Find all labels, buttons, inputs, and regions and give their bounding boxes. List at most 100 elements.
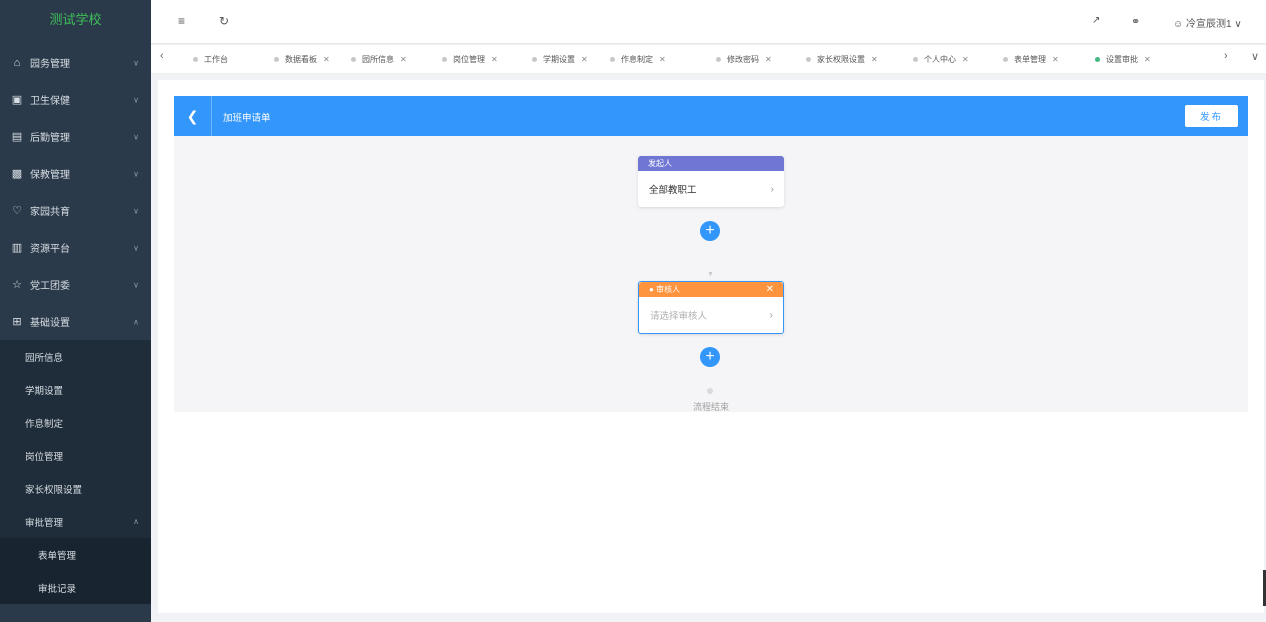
tab[interactable]: 园所信息 ✕ <box>351 45 407 74</box>
tab[interactable]: 作息制定 ✕ <box>610 45 666 74</box>
submenu-item[interactable]: 审批记录 <box>0 571 151 604</box>
tabs-dropdown-icon[interactable]: ∨ <box>1251 50 1259 63</box>
school-logo-text: 测试学校 <box>0 0 151 44</box>
close-icon[interactable]: ✕ <box>962 55 969 64</box>
tab[interactable]: 修改密码 ✕ <box>716 45 772 74</box>
sidebar-item[interactable]: ⊞ 基础设置 ∧ <box>0 303 151 340</box>
submenu-approval: 表单管理审批记录 <box>0 538 151 604</box>
submenu-item-label: 表单管理 <box>38 550 77 562</box>
sidebar-item[interactable]: ♡ 家园共育 ∨ <box>0 192 151 229</box>
close-icon[interactable]: ✕ <box>765 55 772 64</box>
initiator-node[interactable]: 发起人 全部教职工 › <box>638 156 784 207</box>
sidebar-item[interactable]: ☆ 党工团委 ∨ <box>0 266 151 303</box>
back-button[interactable]: ❮ <box>174 96 212 136</box>
refresh-icon[interactable]: ↻ <box>219 14 229 28</box>
tab-status-dot <box>442 57 447 62</box>
user-menu[interactable]: ☺ 冷宣辰测1 ∨ <box>1173 15 1242 30</box>
submenu-item[interactable]: 学期设置 <box>0 373 151 406</box>
chevron-down-icon: ∨ <box>133 58 139 67</box>
close-icon[interactable]: ✕ <box>400 55 407 64</box>
tab[interactable]: 工作台 <box>193 45 228 74</box>
close-icon[interactable]: ✕ <box>581 55 588 64</box>
approver-node-body[interactable]: 请选择审核人 › <box>639 297 783 333</box>
submenu-item[interactable]: 作息制定 <box>0 406 151 439</box>
submenu-item-label: 园所信息 <box>25 352 64 364</box>
tabs-scroll-right-icon[interactable]: › <box>1224 50 1228 62</box>
tab[interactable]: 设置审批 ✕ <box>1095 45 1151 74</box>
printer-icon: ▥ <box>11 242 23 254</box>
close-icon[interactable]: ✕ <box>659 55 666 64</box>
tab[interactable]: 学期设置 ✕ <box>532 45 588 74</box>
sidebar-item-label: 基础设置 <box>30 318 70 329</box>
submenu-item[interactable]: 岗位管理 <box>0 439 151 472</box>
close-icon[interactable]: ✕ <box>323 55 330 64</box>
tabs-scroll-left-icon[interactable]: ‹ <box>160 50 164 62</box>
approver-header-label: 审核人 <box>656 285 681 294</box>
tab-status-dot <box>274 57 279 62</box>
chevron-left-icon: ❮ <box>186 107 199 124</box>
sidebar-item[interactable]: ▩ 保教管理 ∨ <box>0 155 151 192</box>
approver-node[interactable]: ● 审核人 ✕ 请选择审核人 › <box>638 281 784 334</box>
sidebar-item-label: 党工团委 <box>30 281 70 292</box>
add-node-button[interactable]: + <box>700 347 720 367</box>
tab[interactable]: 个人中心 ✕ <box>913 45 969 74</box>
tab-status-dot <box>610 57 615 62</box>
submenu-item[interactable]: 家长权限设置 <box>0 472 151 505</box>
initiator-node-body[interactable]: 全部教职工 › <box>638 171 784 207</box>
tab-label: 学期设置 <box>543 55 575 64</box>
tab-label: 园所信息 <box>362 55 394 64</box>
sidebar-item[interactable]: ▤ 后勤管理 ∨ <box>0 118 151 155</box>
chevron-right-icon: › <box>769 310 773 321</box>
approver-placeholder: 请选择审核人 <box>650 311 708 322</box>
designer-toolbar: ❮ 加班申请单 发布 <box>174 96 1248 136</box>
sidebar-item[interactable]: ▣ 卫生保健 ∨ <box>0 81 151 118</box>
initiator-value: 全部教职工 <box>649 185 697 196</box>
submenu-item[interactable]: 审批管理 ∧ <box>0 505 151 538</box>
flow-end-label: 流程结束 <box>693 402 730 412</box>
tab[interactable]: 表单管理 ✕ <box>1003 45 1059 74</box>
fullscreen-icon[interactable]: ↗ <box>1092 15 1100 26</box>
sidebar-item-label: 后勤管理 <box>30 133 70 144</box>
tab-status-dot <box>351 57 356 62</box>
sidebar-item-label: 卫生保健 <box>30 96 70 107</box>
tab[interactable]: 岗位管理 ✕ <box>442 45 498 74</box>
chevron-down-icon: ∨ <box>133 280 139 289</box>
chevron-down-icon: ∨ <box>1234 19 1242 30</box>
sidebar-item-label: 园务管理 <box>30 59 70 70</box>
approver-node-header: ● 审核人 ✕ <box>639 282 783 297</box>
tab-label: 作息制定 <box>621 55 653 64</box>
collapse-menu-icon[interactable]: ≡ <box>178 14 185 28</box>
tab-label: 岗位管理 <box>453 55 485 64</box>
form-title: 加班申请单 <box>223 113 271 124</box>
close-icon[interactable]: ✕ <box>766 282 774 297</box>
chevron-down-icon: ∨ <box>133 169 139 178</box>
submenu-item[interactable]: 表单管理 <box>0 538 151 571</box>
person-icon: ● <box>649 285 654 294</box>
sidebar-menu: ⌂ 园务管理 ∨ ▣ 卫生保健 ∨ ▤ 后勤管理 ∨ ▩ 保教管理 ∨ ♡ 家园共育 ∨ ▥ 资源平台 ∨ ☆ 党工团… <box>0 44 151 604</box>
user-name: 冷宣辰测1 <box>1186 19 1232 30</box>
chevron-up-icon: ∧ <box>133 517 139 526</box>
user-icon: ☺ <box>1173 19 1184 30</box>
submenu-item[interactable]: 园所信息 <box>0 340 151 373</box>
sidebar-item[interactable]: ▥ 资源平台 ∨ <box>0 229 151 266</box>
close-icon[interactable]: ✕ <box>871 55 878 64</box>
close-icon[interactable]: ✕ <box>1144 55 1151 64</box>
sidebar-item[interactable]: ⌂ 园务管理 ∨ <box>0 44 151 81</box>
close-icon[interactable]: ✕ <box>1052 55 1059 64</box>
grid-icon: ⊞ <box>12 316 22 328</box>
close-icon[interactable]: ✕ <box>491 55 498 64</box>
chevron-down-icon: ∨ <box>133 132 139 141</box>
publish-button[interactable]: 发布 <box>1185 105 1238 127</box>
chevron-down-icon: ∨ <box>133 206 139 215</box>
tab[interactable]: 数据看板 ✕ <box>274 45 330 74</box>
tabs-bar: ‹ 工作台 数据看板 ✕ 园所信息 ✕ 岗位管理 ✕ 学期设置 ✕ 作息制定 ✕ 修改密码 ✕ 家长权限设… <box>151 45 1266 74</box>
tab[interactable]: 家长权限设置 ✕ <box>806 45 878 74</box>
headset-icon[interactable]: ⚭ <box>1131 15 1140 28</box>
chevron-up-icon: ∧ <box>133 317 139 326</box>
heart-icon: ♡ <box>12 205 22 217</box>
add-node-button[interactable]: + <box>700 221 720 241</box>
initiator-node-header: 发起人 <box>638 156 784 171</box>
tab-label: 个人中心 <box>924 55 956 64</box>
tab-status-dot <box>913 57 918 62</box>
tab-status-dot <box>1095 57 1100 62</box>
